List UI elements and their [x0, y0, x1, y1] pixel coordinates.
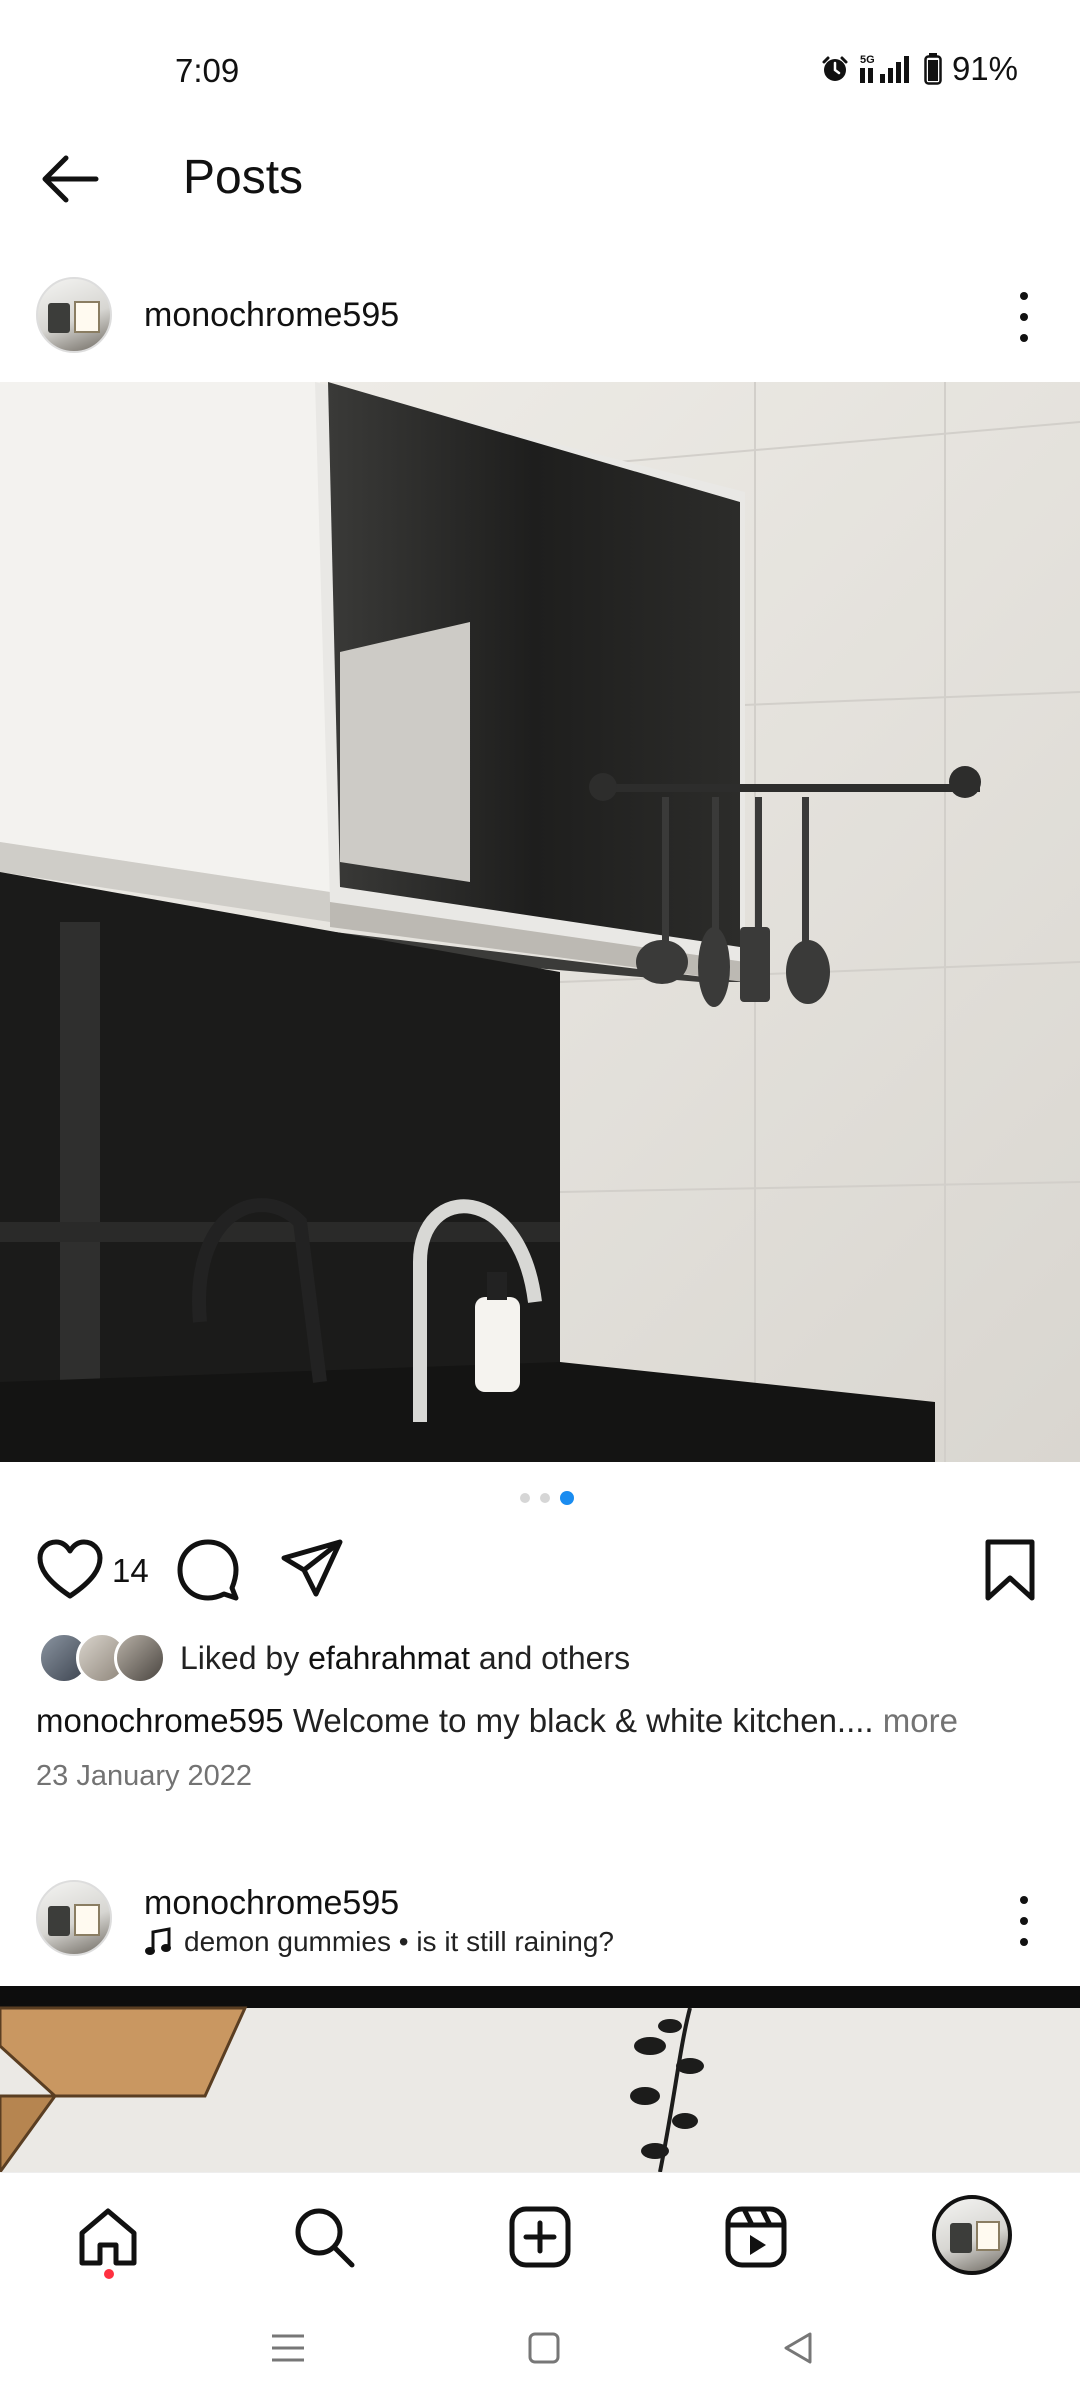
recent-apps-icon[interactable] — [268, 2330, 308, 2366]
kitchen-photo — [0, 382, 1080, 1462]
nav-home[interactable] — [74, 2203, 142, 2271]
bottom-nav — [0, 2172, 1080, 2301]
network-type: 5G — [860, 54, 875, 66]
status-icons: 5G 91% — [820, 50, 1018, 88]
create-icon — [509, 2206, 571, 2268]
post-avatar[interactable] — [36, 1880, 112, 1956]
battery-icon — [924, 53, 942, 85]
post-audio[interactable]: demon gummies • is it still raining? — [144, 1926, 614, 1958]
signal-icon: 5G — [859, 54, 909, 83]
share-button[interactable] — [280, 1538, 344, 1607]
comment-icon — [177, 1539, 239, 1601]
arrow-left-icon — [42, 155, 99, 203]
carousel-dot — [520, 1493, 530, 1503]
nav-search[interactable] — [290, 2203, 358, 2271]
back-system-icon[interactable] — [780, 2330, 816, 2366]
music-note-icon — [145, 1927, 171, 1955]
profile-avatar[interactable] — [932, 2195, 1012, 2275]
wall-photo — [0, 1986, 1080, 2172]
caption-username[interactable]: monochrome595 — [36, 1702, 284, 1739]
back-button[interactable] — [36, 148, 106, 210]
liked-by-text[interactable]: Liked by efahrahmat and others — [180, 1640, 630, 1677]
carousel-dot-active — [560, 1491, 574, 1505]
save-button[interactable] — [984, 1538, 1036, 1607]
post-username[interactable]: monochrome595 — [144, 1884, 399, 1923]
bookmark-icon — [985, 1539, 1035, 1601]
home-icon — [79, 2208, 137, 2266]
post-image[interactable] — [0, 382, 1080, 1462]
carousel-dot — [540, 1493, 550, 1503]
post-date: 23 January 2022 — [36, 1760, 253, 1792]
status-time: 7:09 — [175, 52, 240, 89]
caption-text: Welcome to my black & white kitchen.... — [292, 1702, 874, 1739]
home-system-icon[interactable] — [526, 2330, 562, 2366]
post-avatar[interactable] — [36, 277, 112, 353]
system-nav-bar — [0, 2300, 1080, 2400]
post-caption[interactable]: monochrome595 Welcome to my black & whit… — [36, 1702, 958, 1740]
notification-dot — [104, 2269, 114, 2279]
liked-by-user[interactable]: efahrahmat — [308, 1640, 470, 1676]
more-options-icon[interactable] — [1014, 1896, 1034, 1946]
like-button[interactable] — [36, 1538, 104, 1607]
comment-button[interactable] — [176, 1538, 240, 1607]
audio-title: demon gummies • is it still raining? — [184, 1926, 614, 1957]
more-options-icon[interactable] — [1014, 292, 1034, 342]
caption-more-link[interactable]: more — [883, 1702, 958, 1739]
battery-percent: 91% — [951, 50, 1018, 87]
nav-reels[interactable] — [722, 2203, 790, 2271]
post-image[interactable] — [0, 1986, 1080, 2172]
nav-create[interactable] — [506, 2203, 574, 2271]
liker-avatar — [114, 1632, 166, 1684]
send-icon — [281, 1539, 343, 1597]
liked-by-prefix: Liked by — [180, 1640, 300, 1676]
liked-by-suffix: and others — [478, 1640, 631, 1676]
heart-icon — [37, 1539, 103, 1599]
reels-icon — [725, 2206, 787, 2268]
like-count[interactable]: 14 — [112, 1552, 149, 1590]
page-title: Posts — [183, 151, 304, 204]
post-username[interactable]: monochrome595 — [144, 296, 399, 335]
alarm-icon — [822, 56, 848, 81]
search-icon — [295, 2208, 355, 2268]
carousel-indicator — [520, 1491, 574, 1505]
